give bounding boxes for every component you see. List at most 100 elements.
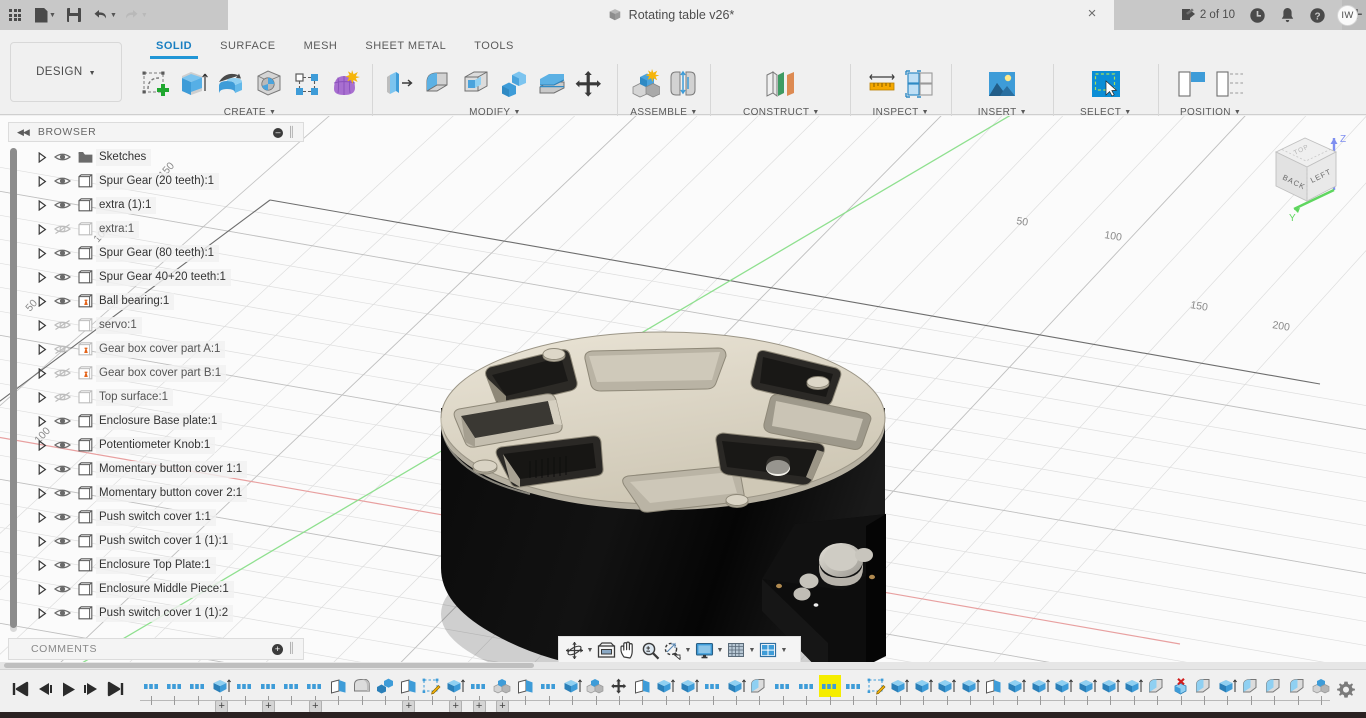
expand-triangle-icon[interactable] bbox=[34, 340, 50, 358]
timeline-feature-plane[interactable] bbox=[631, 675, 653, 697]
timeline-feature-extrude[interactable] bbox=[678, 675, 700, 697]
visibility-eye-icon[interactable] bbox=[50, 460, 74, 478]
timeline-feature-extrude[interactable] bbox=[1123, 675, 1145, 697]
visibility-eye-icon[interactable] bbox=[50, 292, 74, 310]
tab-surface[interactable]: SURFACE bbox=[206, 38, 289, 58]
notifications-bell-icon[interactable] bbox=[1273, 0, 1302, 30]
timeline-feature-extrude[interactable] bbox=[912, 675, 934, 697]
expand-triangle-icon[interactable] bbox=[34, 172, 50, 190]
browser-item[interactable]: extra (1):1 bbox=[34, 194, 156, 216]
browser-collapse-icon[interactable]: ◀◀ bbox=[17, 127, 29, 138]
visibility-eye-icon[interactable] bbox=[50, 580, 74, 598]
zoom-window-chevron-down-icon[interactable]: ▼ bbox=[683, 647, 693, 654]
timeline-feature-move[interactable] bbox=[608, 675, 630, 697]
workspace-chevron-down-icon[interactable]: ▼ bbox=[89, 70, 96, 77]
orbit-icon[interactable] bbox=[563, 638, 585, 662]
form-icon[interactable] bbox=[326, 64, 364, 104]
inspect-chevron-down-icon[interactable]: ▼ bbox=[922, 109, 929, 116]
browser-item[interactable]: Spur Gear (80 teeth):1 bbox=[34, 242, 219, 264]
visibility-eye-icon[interactable] bbox=[50, 172, 74, 190]
tab-sheet-metal[interactable]: SHEET METAL bbox=[351, 38, 460, 58]
expand-triangle-icon[interactable] bbox=[34, 532, 50, 550]
workspace-selector[interactable]: DESIGN ▼ bbox=[10, 42, 122, 102]
redo-chevron-down-icon[interactable]: ▼ bbox=[141, 12, 151, 19]
timeline-feature-extrude[interactable] bbox=[1029, 675, 1051, 697]
zoom-window-icon[interactable] bbox=[661, 638, 683, 662]
timeline-feature-extrude[interactable] bbox=[655, 675, 677, 697]
timeline-feature-sketch[interactable] bbox=[234, 675, 256, 697]
split-face-icon[interactable] bbox=[533, 64, 571, 104]
timeline-feature-sketch[interactable] bbox=[819, 675, 841, 697]
expand-triangle-icon[interactable] bbox=[34, 268, 50, 286]
timeline-feature-fillet[interactable] bbox=[1193, 675, 1215, 697]
expand-triangle-icon[interactable] bbox=[34, 580, 50, 598]
timeline-feature-combine[interactable] bbox=[374, 675, 396, 697]
timeline-feature-sketch-edit[interactable] bbox=[421, 675, 443, 697]
document-tab[interactable]: Rotating table v26* × bbox=[228, 0, 1114, 30]
expand-triangle-icon[interactable] bbox=[34, 412, 50, 430]
browser-item[interactable]: Momentary button cover 1:1 bbox=[34, 458, 247, 480]
browser-item[interactable]: Enclosure Middle Piece:1 bbox=[34, 578, 234, 600]
timeline-feature-fillet[interactable] bbox=[1240, 675, 1262, 697]
timeline-feature-delete[interactable] bbox=[1170, 675, 1192, 697]
position-icon[interactable] bbox=[1211, 64, 1249, 104]
visibility-eye-icon[interactable] bbox=[50, 412, 74, 430]
timeline-feature-extrude[interactable] bbox=[1006, 675, 1028, 697]
timeline-feature-plane[interactable] bbox=[514, 675, 536, 697]
tab-tools[interactable]: TOOLS bbox=[460, 38, 528, 58]
expand-triangle-icon[interactable] bbox=[34, 364, 50, 382]
section-analysis-icon[interactable] bbox=[901, 64, 939, 104]
timeline-feature-fillet[interactable] bbox=[748, 675, 770, 697]
visibility-eye-off-icon[interactable] bbox=[50, 364, 74, 382]
display-settings-chevron-down-icon[interactable]: ▼ bbox=[715, 647, 725, 654]
expand-triangle-icon[interactable] bbox=[34, 292, 50, 310]
browser-item[interactable]: extra:1 bbox=[34, 218, 139, 240]
grid-snaps-icon[interactable] bbox=[725, 638, 747, 662]
timeline-feature-sketch[interactable] bbox=[468, 675, 490, 697]
fillet-icon[interactable] bbox=[419, 64, 457, 104]
create-chevron-down-icon[interactable]: ▼ bbox=[269, 109, 276, 116]
select-chevron-down-icon[interactable]: ▼ bbox=[1124, 109, 1131, 116]
comments-resize-grip[interactable]: ║ bbox=[288, 643, 295, 654]
timeline-feature-revolve[interactable] bbox=[351, 675, 373, 697]
viewports-icon[interactable] bbox=[757, 638, 779, 662]
browser-item[interactable]: Ball bearing:1 bbox=[34, 290, 174, 312]
timeline-feature-sketch[interactable] bbox=[187, 675, 209, 697]
browser-item[interactable]: Spur Gear 40+20 teeth:1 bbox=[34, 266, 231, 288]
timeline-feature-extrude[interactable] bbox=[1076, 675, 1098, 697]
insert-chevron-down-icon[interactable]: ▼ bbox=[1020, 109, 1027, 116]
offset-plane-icon[interactable] bbox=[755, 64, 807, 104]
view-cube[interactable]: Z Y BACK LEFT TOP bbox=[1260, 126, 1356, 226]
browser-item[interactable]: Spur Gear (20 teeth):1 bbox=[34, 170, 219, 192]
position-chevron-down-icon[interactable]: ▼ bbox=[1234, 109, 1241, 116]
avatar[interactable]: IW bbox=[1337, 5, 1358, 26]
visibility-eye-icon[interactable] bbox=[50, 436, 74, 454]
play-button[interactable] bbox=[56, 674, 80, 704]
expand-triangle-icon[interactable] bbox=[34, 484, 50, 502]
add-comment-icon[interactable]: + bbox=[272, 644, 283, 655]
shell-icon[interactable] bbox=[457, 64, 495, 104]
expand-triangle-icon[interactable] bbox=[34, 508, 50, 526]
visibility-eye-icon[interactable] bbox=[50, 532, 74, 550]
tab-solid[interactable]: SOLID bbox=[142, 38, 206, 58]
visibility-eye-icon[interactable] bbox=[50, 148, 74, 166]
browser-item[interactable]: Gear box cover part B:1 bbox=[34, 362, 226, 384]
timeline-feature-extrude[interactable] bbox=[1099, 675, 1121, 697]
browser-tree[interactable]: SketchesSpur Gear (20 teeth):1extra (1):… bbox=[0, 146, 300, 636]
expand-triangle-icon[interactable] bbox=[34, 220, 50, 238]
new-sketch-icon[interactable] bbox=[136, 64, 174, 104]
visibility-eye-icon[interactable] bbox=[50, 196, 74, 214]
align-icon[interactable] bbox=[1173, 64, 1211, 104]
browser-item[interactable]: Top surface:1 bbox=[34, 386, 173, 408]
browser-minimize-icon[interactable]: – bbox=[273, 128, 283, 138]
assemble-chevron-down-icon[interactable]: ▼ bbox=[690, 109, 697, 116]
grid-snaps-chevron-down-icon[interactable]: ▼ bbox=[747, 647, 757, 654]
combine-icon[interactable] bbox=[495, 64, 533, 104]
timeline-feature-extrude[interactable] bbox=[561, 675, 583, 697]
expand-triangle-icon[interactable] bbox=[34, 196, 50, 214]
timeline-feature-sketch[interactable] bbox=[257, 675, 279, 697]
timeline-feature-plane[interactable] bbox=[397, 675, 419, 697]
tab-mesh[interactable]: MESH bbox=[290, 38, 352, 58]
insert-image-icon[interactable] bbox=[985, 64, 1019, 104]
timeline-feature-component[interactable] bbox=[1310, 675, 1332, 697]
